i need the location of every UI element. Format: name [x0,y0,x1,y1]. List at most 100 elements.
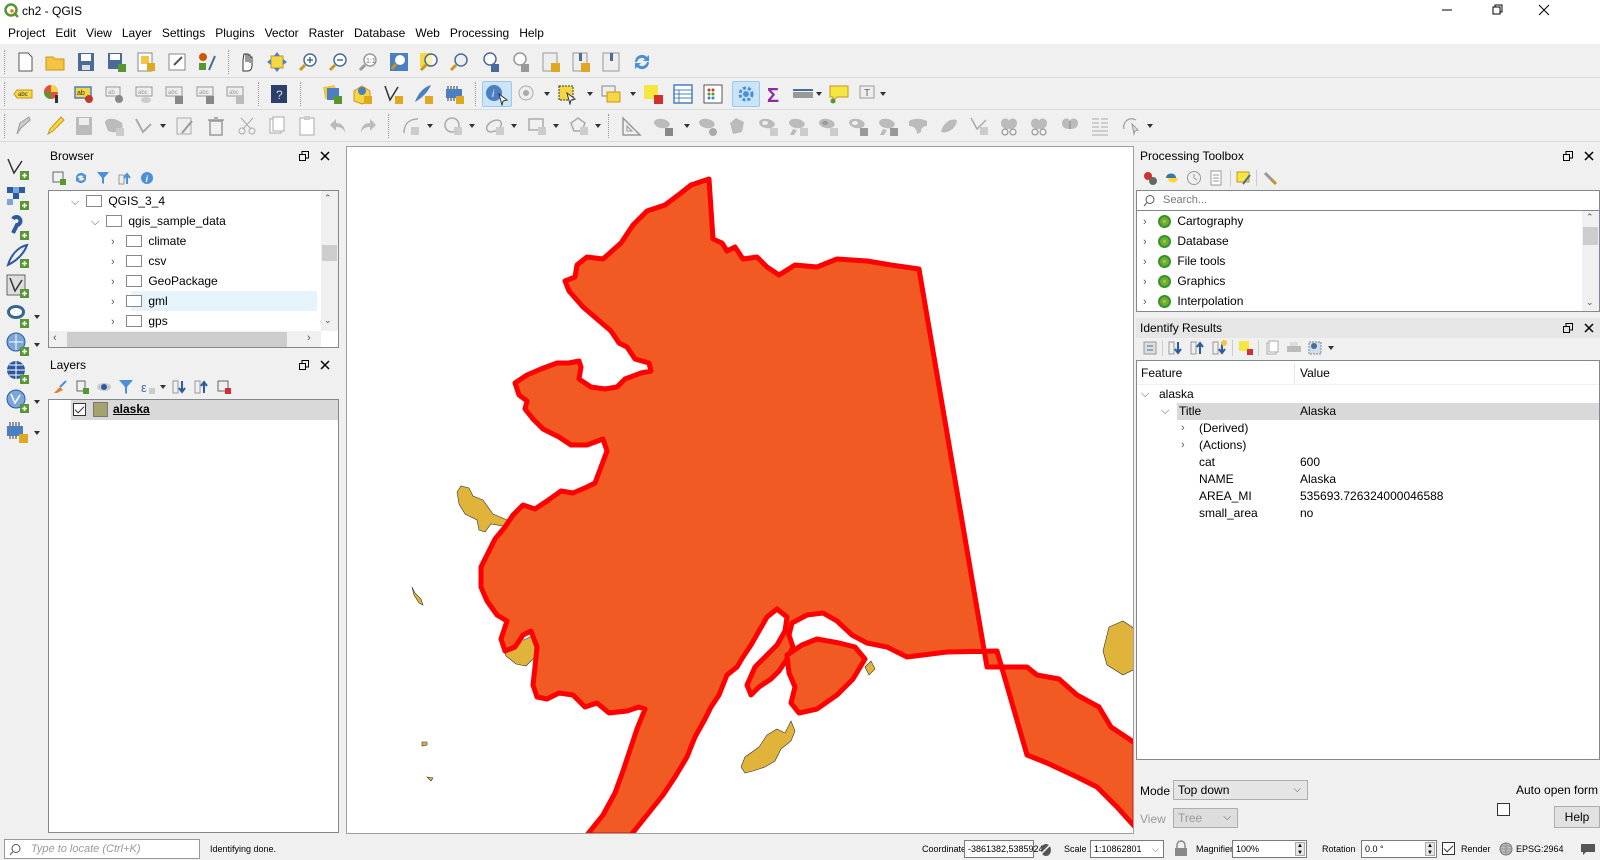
scrollbar-thumb[interactable] [322,245,337,261]
vertical-scrollbar[interactable]: ⌃ ⌄ [321,191,338,331]
rotate-label-icon[interactable]: abc [195,83,217,105]
copy-feature-icon[interactable] [1264,340,1280,356]
menu-edit[interactable]: Edit [50,22,81,44]
filter-by-expression-icon[interactable]: ε [140,379,156,395]
filter-icon[interactable] [96,171,110,185]
modify-attributes-icon[interactable] [174,115,196,137]
add-vector-layer-icon[interactable] [5,155,31,181]
magnifier-spinbox[interactable]: 100% ▲ ▼ [1232,840,1307,858]
chevron-down-icon[interactable]: ⌵ [71,192,83,212]
close-panel-icon[interactable] [320,151,330,161]
refresh-icon[interactable] [74,171,88,185]
column-header-value[interactable]: Value [1300,366,1330,380]
options-wrench-icon[interactable] [1262,170,1278,186]
digitize-curve-icon[interactable] [400,115,422,137]
save-as-icon[interactable] [105,51,127,73]
scale-select[interactable]: 1:10862801 ⌵ [1090,840,1164,858]
new-shapefile-icon[interactable] [382,83,404,105]
crs-label[interactable]: EPSG:2964 [1516,844,1564,854]
clear-results-icon[interactable] [1238,340,1254,356]
scrollbar-thumb[interactable] [67,332,287,347]
chevron-right-icon[interactable]: › [111,272,123,292]
view-select[interactable]: Tree ⌵ [1173,808,1238,828]
move-label-icon[interactable]: abc [164,83,186,105]
open-layer-styling-icon[interactable] [52,379,68,395]
close-panel-icon[interactable] [1584,151,1594,161]
chevron-down-icon[interactable]: ⌵ [91,212,103,232]
layer-visibility-checkbox[interactable] [73,403,86,416]
reshape-features-icon[interactable] [907,115,929,137]
select-features-icon[interactable] [556,83,578,105]
scroll-up-icon[interactable]: ⌃ [324,193,332,204]
collapse-all-icon[interactable] [1190,340,1206,356]
save-layer-edits-icon[interactable] [73,115,95,137]
statistical-summary-icon[interactable]: Σ [764,83,786,105]
filter-legend-icon[interactable] [118,379,134,395]
copy-features-icon[interactable] [266,115,288,137]
tree-item-csv[interactable]: › csv [111,251,166,271]
identify-features-button[interactable]: i [482,81,512,107]
new-temp-scratch-layer-icon[interactable] [443,83,465,105]
result-group-derived[interactable]: › (Derived) [1137,420,1599,437]
chevron-right-icon[interactable]: › [1143,272,1155,292]
close-panel-icon[interactable] [1584,323,1594,333]
save-project-icon[interactable] [75,51,97,73]
menu-processing[interactable]: Processing [445,22,514,44]
expand-new-results-icon[interactable] [1212,340,1228,356]
chevron-right-icon[interactable]: › [1181,437,1193,454]
open-project-icon[interactable] [44,51,66,73]
column-header-feature[interactable]: Feature [1141,366,1182,380]
vertical-scrollbar[interactable]: ⌃ ⌄ [1582,211,1599,311]
collapse-all-icon[interactable] [194,379,210,395]
print-icon[interactable] [1286,340,1302,356]
restore-button[interactable] [1475,0,1521,22]
text-annotation-icon[interactable]: T [857,83,879,105]
menu-layer[interactable]: Layer [117,22,157,44]
result-feature-row[interactable]: ⌵ Title Alaska [1137,403,1599,420]
zoom-in-icon[interactable] [297,51,319,73]
spin-arrows-icon[interactable]: ▲ ▼ [1425,842,1435,856]
edit-features-in-place-icon[interactable] [1236,170,1252,186]
render-checkbox[interactable] [1442,842,1455,855]
tree-item-geopackage[interactable]: › GeoPackage [111,271,218,291]
menu-database[interactable]: Database [349,22,410,44]
current-edits-icon[interactable] [13,115,35,137]
label-tool-icon[interactable]: abc [12,83,34,105]
add-raster-layer-icon[interactable] [5,185,31,211]
chevron-down-icon[interactable]: ⌵ [1161,403,1173,420]
zoom-last-icon[interactable] [479,51,501,73]
bookmark-icon[interactable] [600,51,622,73]
chevron-right-icon[interactable]: › [111,312,123,332]
add-ring-icon[interactable] [757,115,779,137]
run-feature-action-icon[interactable] [516,83,538,105]
cut-features-icon[interactable] [236,115,258,137]
add-wfs-layer-icon[interactable] [5,388,31,414]
models-icon[interactable] [1142,170,1158,186]
deselect-all-icon[interactable] [642,83,664,105]
digitize-ellipse-icon[interactable] [484,115,506,137]
rotate-point-symbols-icon[interactable] [1120,115,1142,137]
scroll-down-icon[interactable]: ⌄ [1586,297,1594,308]
chevron-right-icon[interactable]: › [111,292,123,312]
zoom-to-selection-icon[interactable] [418,51,440,73]
tree-item-climate[interactable]: › climate [111,231,186,251]
advanced-digitizing-icon[interactable] [620,115,642,137]
zoom-native-icon[interactable]: 1:1 [357,51,379,73]
coordinate-input[interactable]: -3861382,5385924 [964,840,1044,858]
chevron-right-icon[interactable]: › [1143,252,1155,272]
show-bookmarks-icon[interactable] [570,51,592,73]
help-icon[interactable]: ? [268,83,290,105]
layout-manager-icon[interactable] [166,51,188,73]
measure-line-icon[interactable] [792,83,814,105]
expand-tree-icon[interactable] [1142,340,1158,356]
collapse-all-icon[interactable] [118,171,132,185]
auto-open-form-checkbox[interactable] [1497,803,1510,816]
add-wms-layer-icon[interactable] [5,331,31,357]
attribute-row-name[interactable]: NAME Alaska [1137,471,1599,488]
open-attribute-table-icon[interactable] [672,83,694,105]
scroll-up-icon[interactable]: ⌃ [1586,212,1594,223]
scrollbar-thumb[interactable] [1583,227,1598,245]
chevron-right-icon[interactable]: › [1143,232,1155,252]
results-viewer-icon[interactable] [1208,170,1224,186]
toolbox-group-interpolation[interactable]: › Interpolation [1143,291,1243,311]
